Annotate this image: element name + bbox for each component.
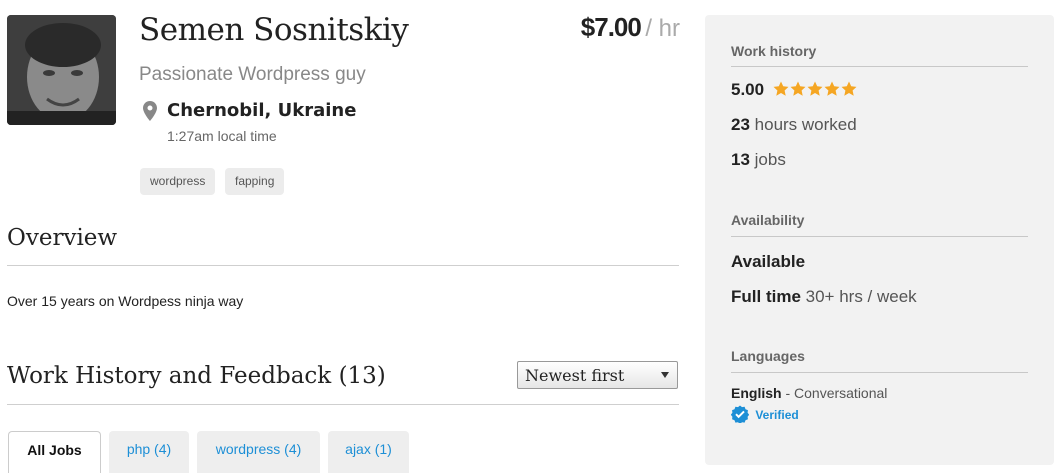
availability-type: Full time 30+ hrs / week (731, 287, 917, 307)
star-icon (790, 81, 806, 96)
rate-unit: / hr (645, 15, 680, 42)
star-icon (807, 81, 823, 96)
verified-label: Verified (755, 408, 799, 422)
hours-label: hours worked (754, 115, 857, 134)
divider (7, 265, 679, 266)
rating-value: 5.00 (731, 80, 765, 99)
availability-hours: 30+ hrs / week (805, 287, 917, 306)
divider (731, 236, 1028, 237)
jobs-label: jobs (754, 150, 786, 169)
language-level: Conversational (794, 385, 888, 401)
work-history-count: (13) (338, 363, 386, 389)
rating-stars (773, 81, 857, 102)
tab-all-jobs[interactable]: All Jobs (8, 431, 101, 473)
hours-worked: 23 hours worked (731, 115, 857, 135)
availability-status: Available (731, 252, 805, 272)
availability-heading: Availability (731, 212, 805, 228)
avatar (7, 15, 116, 125)
jobs-count: 13 jobs (731, 150, 786, 170)
verified-badge: Verified (730, 405, 799, 424)
star-icon (841, 81, 857, 96)
overview-text: Over 15 years on Wordpess ninja way (7, 293, 244, 309)
divider (731, 372, 1028, 373)
tab-ajax[interactable]: ajax (1) (328, 431, 409, 473)
divider (731, 66, 1028, 67)
location: Chernobil, Ukraine (167, 100, 357, 121)
freelancer-tagline: Passionate Wordpress guy (139, 64, 366, 85)
sort-dropdown-value: Newest first (525, 366, 625, 385)
tab-wordpress[interactable]: wordpress (4) (197, 431, 320, 473)
local-time: 1:27am local time (167, 128, 277, 144)
skill-tag-wordpress[interactable]: wordpress (140, 168, 216, 195)
language-entry: English - Conversational (731, 385, 888, 401)
availability-status-value: Available (731, 252, 806, 271)
chevron-down-icon (661, 372, 669, 378)
overview-heading: Overview (7, 225, 118, 251)
freelancer-name: Semen Sosnitskiy (139, 12, 409, 48)
verified-check-icon (730, 405, 750, 424)
divider (7, 404, 679, 405)
sort-dropdown[interactable]: Newest first (517, 361, 678, 389)
star-icon (773, 81, 789, 96)
hourly-rate: $7.00 / hr (581, 12, 680, 43)
tab-php[interactable]: php (4) (109, 431, 189, 473)
map-pin-icon (143, 101, 157, 121)
rate-amount: $7.00 (580, 12, 642, 42)
language-name: English (731, 385, 782, 401)
languages-heading: Languages (731, 348, 805, 364)
rating: 5.00 (731, 80, 857, 102)
star-icon (824, 81, 840, 96)
jobs-value: 13 (731, 150, 750, 169)
skill-tag-fapping[interactable]: fapping (225, 168, 285, 195)
work-history-sidebar-heading: Work history (731, 43, 817, 59)
work-history-title: Work History and Feedback (7, 363, 332, 389)
work-history-heading: Work History and Feedback (13) (7, 363, 386, 389)
availability-type-value: Full time (731, 287, 801, 306)
hours-value: 23 (731, 115, 750, 134)
profile-sidebar: Work history 5.00 23 hours worked 13 job… (705, 15, 1054, 465)
